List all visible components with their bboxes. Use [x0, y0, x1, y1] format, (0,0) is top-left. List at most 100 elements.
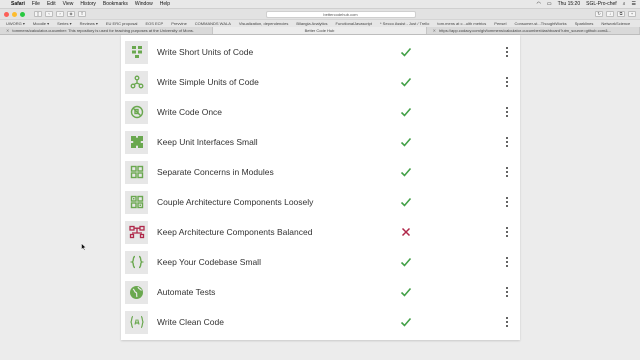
check-icon	[399, 255, 413, 269]
more-options-icon[interactable]	[502, 105, 512, 119]
menu-help[interactable]: Help	[160, 1, 170, 7]
cross-icon	[399, 225, 413, 239]
more-options-icon[interactable]	[502, 255, 512, 269]
bookmark-item[interactable]: tom.mens at c...ulth metrics	[437, 21, 486, 26]
guideline-label: Write Simple Units of Code	[157, 77, 259, 87]
bookmark-item[interactable]: Prevvine	[171, 21, 187, 26]
bookmark-item[interactable]: * Secco Assist - Just / Trello	[380, 21, 429, 26]
guideline-row[interactable]: Write Simple Units of Code	[121, 67, 520, 97]
balance-icon	[125, 220, 148, 244]
bookmark-item[interactable]: Reviews ▾	[80, 21, 98, 26]
guideline-row[interactable]: Write Short Units of Code	[121, 37, 520, 67]
tab-github[interactable]: ✕ tommens/calculator-cucumber: This repo…	[0, 27, 214, 34]
menu-window[interactable]: Window	[135, 1, 153, 7]
guideline-row[interactable]: Write Code Once	[121, 97, 520, 127]
bookmark-item[interactable]: EOS ECP	[145, 21, 163, 26]
close-window-button[interactable]	[4, 11, 9, 17]
bookmark-item[interactable]: NetworkScience	[601, 21, 630, 26]
guidelines-card: Write Short Units of Code Write Simple U…	[121, 35, 520, 340]
simple-units-icon	[125, 70, 148, 94]
zoom-window-button[interactable]	[20, 11, 25, 17]
menu-edit[interactable]: Edit	[47, 1, 56, 7]
more-options-icon[interactable]	[502, 195, 512, 209]
menu-view[interactable]: View	[63, 1, 74, 7]
check-icon	[399, 75, 413, 89]
tab-label: tommens/calculator-cucumber: This reposi…	[12, 28, 194, 33]
bookmark-item[interactable]: UWORG ▾	[6, 21, 25, 26]
check-icon	[399, 45, 413, 59]
bookmark-item[interactable]: COMMANDS WALA	[195, 21, 231, 26]
tab-label: Better Code Hub	[304, 28, 335, 33]
check-icon	[399, 135, 413, 149]
more-options-icon[interactable]	[502, 165, 512, 179]
bookmark-item[interactable]: Bllangia Analytics	[296, 21, 327, 26]
wifi-icon[interactable]: ◠	[536, 1, 540, 7]
guideline-label: Keep Architecture Components Balanced	[157, 227, 313, 237]
guideline-row[interactable]: Keep Architecture Components Balanced	[121, 217, 520, 247]
globe-icon	[125, 280, 148, 304]
guideline-row[interactable]: Separate Concerns in Modules	[121, 157, 520, 187]
close-tab-icon[interactable]: ✕	[6, 28, 9, 33]
tab-label: https://app.codacy.com/gh/tommens/calcul…	[439, 28, 612, 33]
tab-bar: ✕ tommens/calculator-cucumber: This repo…	[0, 27, 640, 35]
guideline-row[interactable]: Write Clean Code	[121, 307, 520, 337]
reload-icon[interactable]: ↻	[595, 11, 603, 17]
check-icon	[399, 195, 413, 209]
close-tab-icon[interactable]: ✕	[433, 28, 436, 33]
menu-file[interactable]: File	[32, 1, 40, 7]
clean-code-icon	[125, 310, 148, 334]
menu-app-name[interactable]: Safari	[11, 1, 25, 7]
bookmark-item[interactable]: Consumer-st...ThoughtWorks	[515, 21, 567, 26]
battery-icon[interactable]: ▭	[547, 1, 552, 7]
guideline-label: Couple Architecture Components Loosely	[157, 197, 314, 207]
user-name[interactable]: SGL-Pro-chef	[586, 1, 617, 7]
code-once-icon	[125, 100, 148, 124]
menubar-status-area: ◠ ▭ Thu 15:20 SGL-Pro-chef ⌕ ☰	[536, 1, 636, 7]
menu-list-icon[interactable]: ☰	[632, 1, 636, 7]
puzzle-icon	[125, 130, 148, 154]
guideline-row[interactable]: Keep Your Codebase Small	[121, 247, 520, 277]
guideline-label: Automate Tests	[157, 287, 216, 297]
back-icon[interactable]: ‹	[45, 11, 53, 17]
guideline-row[interactable]: Keep Unit Interfaces Small	[121, 127, 520, 157]
check-icon	[399, 285, 413, 299]
guideline-row[interactable]: Couple Architecture Components Loosely	[121, 187, 520, 217]
minimize-window-button[interactable]	[12, 11, 17, 17]
address-bar[interactable]: bettercodehub.com	[265, 10, 416, 18]
guideline-row[interactable]: Automate Tests	[121, 277, 520, 307]
forward-icon[interactable]: ›	[56, 11, 64, 17]
macos-menubar: Safari File Edit View History Bookmarks …	[0, 0, 640, 9]
check-icon	[399, 105, 413, 119]
menu-bookmarks[interactable]: Bookmarks	[103, 1, 128, 7]
tab-codacy[interactable]: ✕ https://app.codacy.com/gh/tommens/calc…	[427, 27, 640, 34]
bookmark-item[interactable]: FunctionalJavascript	[336, 21, 372, 26]
more-options-icon[interactable]	[502, 225, 512, 239]
more-options-icon[interactable]	[502, 45, 512, 59]
check-icon	[399, 165, 413, 179]
tabs-overview-icon[interactable]: ⧉	[617, 11, 625, 17]
page-content: Write Short Units of Code Write Simple U…	[0, 35, 640, 360]
bookmarks-bar: UWORG ▾ Moodle ▾ Series ▾ Reviews ▾ EU E…	[0, 19, 640, 27]
bookmark-item[interactable]: Moodle ▾	[33, 21, 49, 26]
new-tab-icon[interactable]: +	[628, 11, 636, 17]
guideline-label: Separate Concerns in Modules	[157, 167, 274, 177]
bookmark-item[interactable]: Series ▾	[57, 21, 71, 26]
tab-better-code-hub[interactable]: Better Code Hub	[213, 27, 427, 34]
bookmark-item[interactable]: EU ERC proposal	[106, 21, 138, 26]
more-options-icon[interactable]	[502, 315, 512, 329]
download-icon[interactable]: ↓	[606, 11, 614, 17]
shield-icon[interactable]: ◈	[67, 11, 75, 17]
guideline-label: Write Short Units of Code	[157, 47, 254, 57]
share-icon[interactable]: ⇪	[78, 11, 86, 17]
bookmark-item[interactable]: Sparklines	[575, 21, 594, 26]
more-options-icon[interactable]	[502, 285, 512, 299]
mouse-cursor-icon	[81, 243, 87, 251]
search-icon[interactable]: ⌕	[623, 1, 626, 7]
bookmark-item[interactable]: Visualization, dependencies	[239, 21, 289, 26]
menu-history[interactable]: History	[80, 1, 96, 7]
bookmark-item[interactable]: Pensel	[494, 21, 506, 26]
sidebar-toggle-icon[interactable]: ▯	[34, 11, 42, 17]
clock[interactable]: Thu 15:20	[558, 1, 581, 7]
more-options-icon[interactable]	[502, 135, 512, 149]
more-options-icon[interactable]	[502, 75, 512, 89]
